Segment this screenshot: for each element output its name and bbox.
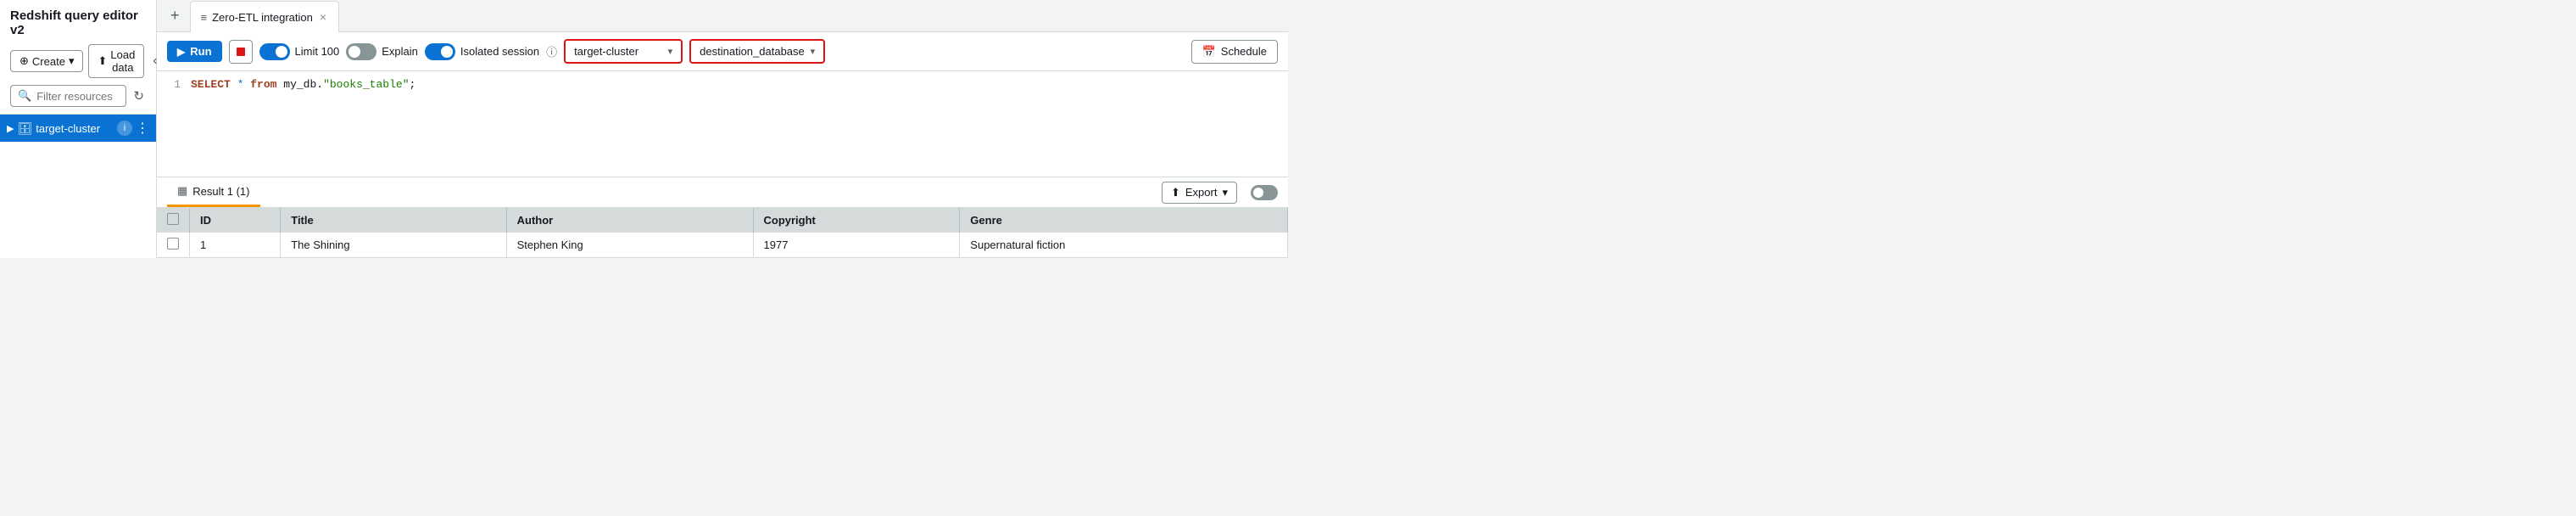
schedule-label: Schedule — [1221, 45, 1267, 58]
keyword-select: SELECT — [191, 78, 231, 91]
database-select-arrow-icon: ▾ — [811, 46, 816, 57]
results-area: ▦ Result 1 (1) ⬆ Export ▾ ID — [157, 177, 1288, 258]
upload-icon: ⬆ — [98, 54, 107, 68]
toolbar: ▶ Run Limit 100 Explain — [157, 32, 1288, 71]
run-button[interactable]: ▶ Run — [167, 41, 222, 62]
isolated-toggle-slider — [425, 43, 455, 60]
schedule-button[interactable]: 📅 Schedule — [1191, 40, 1278, 64]
filter-resources-input[interactable] — [36, 90, 119, 103]
line-number-1: 1 — [167, 78, 181, 170]
limit-toggle-group: Limit 100 — [259, 43, 340, 60]
sidebar-header: Redshift query editor v2 ⊕ Create ▾ ⬆ Lo… — [0, 0, 156, 115]
tab-zero-etl[interactable]: ≡ Zero-ETL integration × — [190, 1, 340, 32]
limit-toggle-slider — [259, 43, 290, 60]
table-ref: my_db."books_table"; — [283, 78, 415, 91]
result-tab-1[interactable]: ▦ Result 1 (1) — [167, 177, 260, 207]
stop-icon — [237, 48, 245, 56]
cluster-select[interactable]: target-cluster ▾ — [564, 39, 683, 64]
results-tabs: ▦ Result 1 (1) ⬆ Export ▾ — [157, 177, 1288, 208]
explain-label: Explain — [382, 45, 418, 58]
tab-label: Zero-ETL integration — [212, 11, 313, 24]
isolated-toggle[interactable] — [425, 43, 455, 60]
cell-genre: Supernatural fiction — [960, 233, 1288, 258]
cluster-select-label: target-cluster — [574, 45, 638, 58]
result-tab-icon: ▦ — [177, 184, 187, 198]
plus-icon: ⊕ — [20, 54, 29, 68]
col-id-header: ID — [190, 208, 281, 233]
isolated-toggle-group: Isolated session ⓘ — [425, 43, 557, 60]
search-icon: 🔍 — [18, 89, 31, 103]
export-arrow-icon: ▾ — [1222, 186, 1228, 199]
row-checkbox-cell — [157, 233, 190, 258]
explain-toggle[interactable] — [346, 43, 376, 60]
tab-bar: + ≡ Zero-ETL integration × — [157, 0, 1288, 32]
col-author-header: Author — [506, 208, 753, 233]
sidebar: Redshift query editor v2 ⊕ Create ▾ ⬆ Lo… — [0, 0, 157, 258]
info-icon[interactable]: i — [117, 121, 132, 136]
editor-area[interactable]: 1 SELECT * from my_db."books_table"; — [157, 71, 1288, 177]
create-button[interactable]: ⊕ Create ▾ — [10, 50, 83, 72]
col-title-header: Title — [281, 208, 506, 233]
result-tab-label: Result 1 (1) — [192, 185, 249, 198]
more-options-icon[interactable]: ⋮ — [136, 120, 149, 137]
header-checkbox[interactable] — [167, 213, 179, 225]
refresh-button[interactable]: ↻ — [131, 87, 146, 105]
row-checkbox[interactable] — [167, 238, 179, 250]
calendar-icon: 📅 — [1202, 45, 1216, 59]
export-icon: ⬆ — [1171, 186, 1180, 199]
table-row: 1 The Shining Stephen King 1977 Supernat… — [157, 233, 1288, 258]
cell-copyright: 1977 — [753, 233, 960, 258]
run-label: Run — [190, 45, 211, 58]
limit-label: Limit 100 — [295, 45, 340, 58]
tab-close-button[interactable]: × — [318, 11, 328, 23]
database-select[interactable]: destination_database ▾ — [689, 39, 825, 64]
wildcard-star: * — [237, 78, 251, 91]
export-label: Export — [1185, 186, 1218, 199]
col-checkbox-header — [157, 208, 190, 233]
results-table: ID Title Author Copyright Genre 1 The Sh… — [157, 208, 1288, 258]
search-box[interactable]: 🔍 — [10, 85, 126, 107]
cluster-icon: 🗄 — [17, 121, 32, 136]
explain-toggle-slider — [346, 43, 376, 60]
add-tab-button[interactable]: + — [164, 3, 187, 28]
stop-button[interactable] — [229, 40, 253, 64]
explain-toggle-group: Explain — [346, 43, 418, 60]
limit-toggle[interactable] — [259, 43, 290, 60]
cluster-actions: i ⋮ — [117, 120, 149, 137]
code-line-1: SELECT * from my_db."books_table"; — [191, 78, 415, 170]
load-data-button[interactable]: ⬆ Load data — [88, 44, 144, 78]
search-row: 🔍 ↻ — [10, 85, 146, 107]
sidebar-title: Redshift query editor v2 — [10, 8, 146, 37]
cluster-label: target-cluster — [36, 122, 114, 135]
table-header-row: ID Title Author Copyright Genre — [157, 208, 1288, 233]
sidebar-item-cluster[interactable]: ▶ 🗄 target-cluster i ⋮ — [0, 115, 156, 142]
chevron-down-icon: ▾ — [69, 54, 75, 68]
isolated-info-icon[interactable]: ⓘ — [546, 43, 557, 59]
col-copyright-header: Copyright — [753, 208, 960, 233]
tab-query-icon: ≡ — [201, 11, 208, 24]
cell-title: The Shining — [281, 233, 506, 258]
main-content: + ≡ Zero-ETL integration × ▶ Run Limit 1… — [157, 0, 1288, 258]
export-button[interactable]: ⬆ Export ▾ — [1162, 182, 1237, 204]
results-toggle[interactable] — [1251, 185, 1278, 200]
chevron-right-icon: ▶ — [7, 123, 14, 134]
cell-author: Stephen King — [506, 233, 753, 258]
col-genre-header: Genre — [960, 208, 1288, 233]
database-select-label: destination_database — [700, 45, 805, 58]
isolated-label: Isolated session — [460, 45, 539, 58]
keyword-from: from — [250, 78, 276, 91]
play-icon: ▶ — [177, 46, 185, 58]
sidebar-actions: ⊕ Create ▾ ⬆ Load data « — [10, 44, 146, 78]
cluster-select-arrow-icon: ▾ — [668, 46, 673, 57]
cell-id: 1 — [190, 233, 281, 258]
